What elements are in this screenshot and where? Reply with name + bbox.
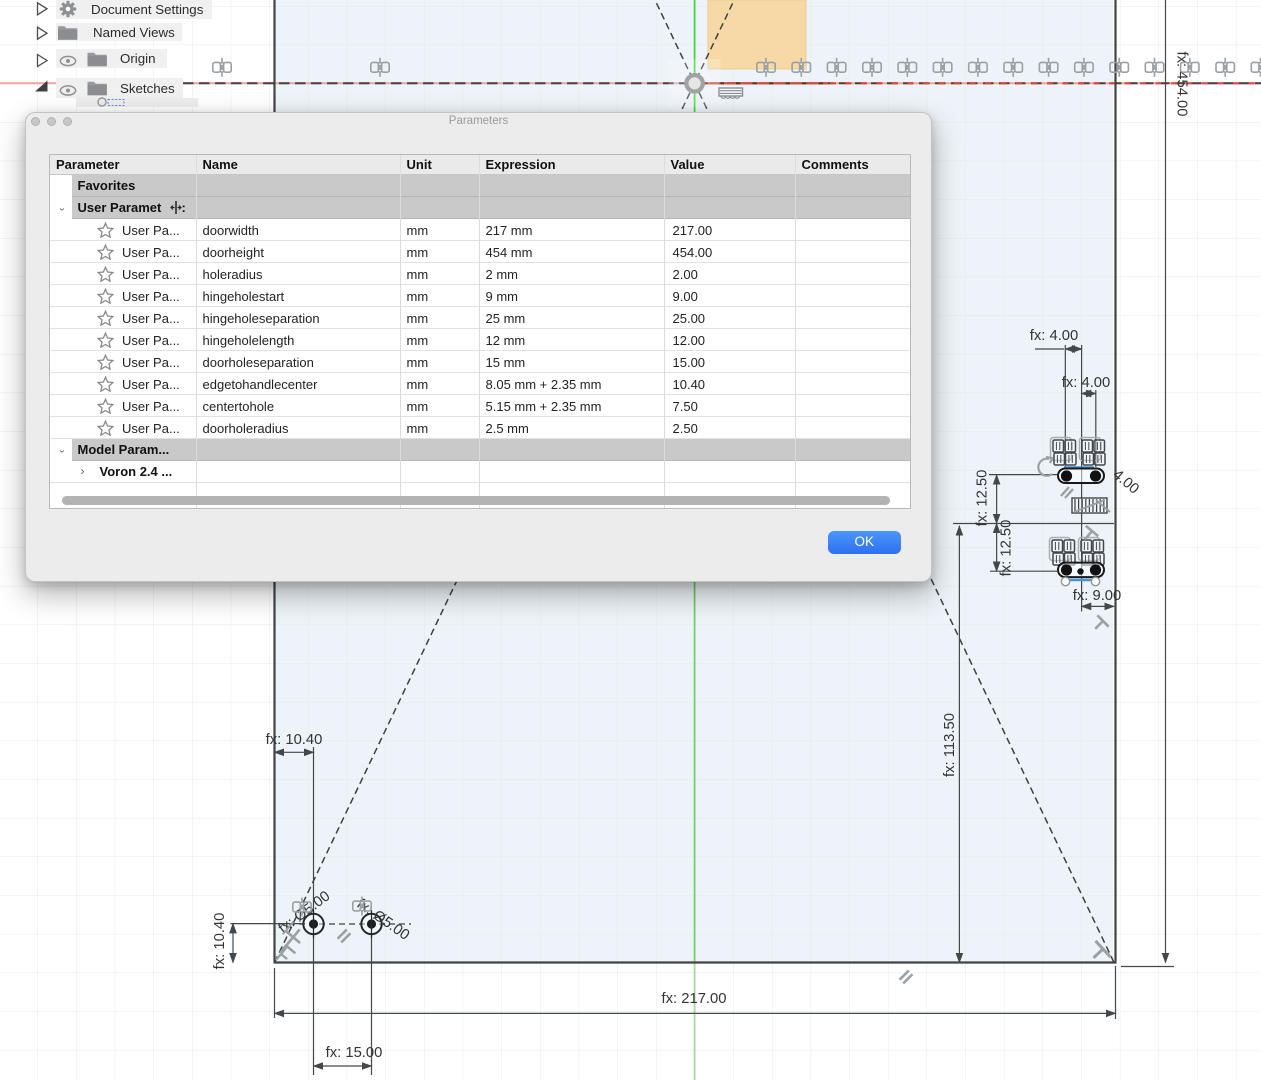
svg-text:fx: 4.00: fx: 4.00 <box>1030 328 1079 344</box>
svg-text:fx: 12.50: fx: 12.50 <box>975 470 991 527</box>
svg-text:fx: 9.00: fx: 9.00 <box>1073 588 1122 604</box>
svg-text:fx: 454.00: fx: 454.00 <box>1174 52 1190 117</box>
svg-text:fx: 10.40: fx: 10.40 <box>266 732 323 748</box>
svg-text:fx: 113.50: fx: 113.50 <box>942 713 958 777</box>
svg-text:fx: 12.50: fx: 12.50 <box>999 520 1015 577</box>
svg-text:fx: 4.00: fx: 4.00 <box>1062 375 1111 391</box>
svg-text:fx: 10.40: fx: 10.40 <box>212 913 228 970</box>
svg-text:fx: 15.00: fx: 15.00 <box>326 1045 383 1061</box>
svg-text:fx: 217.00: fx: 217.00 <box>662 991 727 1007</box>
